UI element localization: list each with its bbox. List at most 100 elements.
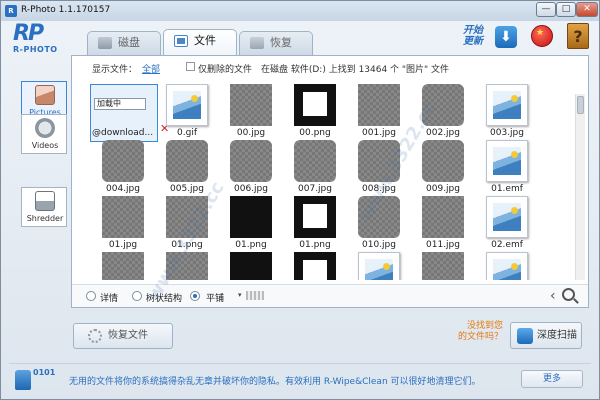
file-tile[interactable] bbox=[280, 252, 350, 280]
file-tile[interactable]: 00.png bbox=[280, 84, 350, 142]
deep-scan-button[interactable]: 深度扫描 bbox=[510, 322, 582, 349]
download-icon[interactable]: ⬇ bbox=[495, 26, 517, 48]
restore-files-label: 恢复文件 bbox=[108, 330, 148, 341]
ad-text[interactable]: 无用的文件将你的系统搞得杂乱无章并破坏你的隐私。有效利用 R-Wipe&Clea… bbox=[69, 374, 481, 387]
deep-scan-label: 深度扫描 bbox=[537, 330, 577, 341]
update-line-1: 开始 bbox=[463, 25, 483, 36]
binary-dots: 0101 bbox=[33, 368, 56, 377]
sidebar-item-videos[interactable]: Videos bbox=[21, 114, 67, 154]
file-name: 01.jpg bbox=[108, 240, 138, 250]
title-bar: R R-Photo 1.1.170157 — □ ✕ bbox=[1, 1, 599, 21]
tab-restore-label: 恢复 bbox=[270, 36, 292, 49]
file-name: 004.jpg bbox=[106, 184, 140, 194]
restore-files-icon bbox=[88, 329, 102, 343]
file-tile[interactable] bbox=[344, 252, 414, 280]
file-tile[interactable] bbox=[216, 252, 286, 280]
main-tabs: 磁盘 文件 恢复 bbox=[87, 29, 327, 55]
file-name: 0.gif bbox=[177, 128, 197, 138]
language-flag-icon[interactable] bbox=[531, 25, 553, 47]
view-tile-radio[interactable] bbox=[190, 291, 200, 301]
file-tile[interactable] bbox=[408, 252, 478, 280]
file-tile[interactable]: 02.emf bbox=[472, 196, 542, 254]
tab-disk-label: 磁盘 bbox=[118, 36, 140, 49]
not-found-prompt: 没找到您 的文件吗？ bbox=[457, 321, 503, 343]
app-logo: RP R-PHOTO bbox=[13, 21, 59, 55]
view-detail-radio[interactable] bbox=[86, 291, 96, 301]
thumbnail-image bbox=[230, 140, 272, 182]
file-tile[interactable]: 01.jpg bbox=[88, 196, 158, 254]
scrollbar-thumb[interactable] bbox=[577, 96, 584, 114]
thumbnail-image bbox=[102, 196, 144, 238]
minimize-button[interactable]: — bbox=[536, 2, 556, 17]
file-tile[interactable]: 01.png bbox=[280, 196, 350, 254]
thumbnail-image bbox=[230, 196, 272, 238]
deep-scan-icon bbox=[517, 328, 533, 344]
file-name: 00.jpg bbox=[236, 128, 266, 138]
thumbnail-image bbox=[166, 140, 208, 182]
thumbnail-image bbox=[422, 252, 464, 280]
thumbnail-image bbox=[166, 84, 208, 126]
start-update-link[interactable]: 开始 更新 bbox=[463, 25, 495, 47]
thumbnail-image bbox=[102, 252, 144, 280]
view-detail-label: 详情 bbox=[100, 294, 119, 304]
show-files-dropdown[interactable]: 全部 bbox=[142, 62, 160, 75]
file-tile[interactable]: 003.jpg bbox=[472, 84, 542, 142]
thumbnail-image bbox=[294, 84, 336, 126]
thumbnail-image bbox=[486, 196, 528, 238]
found-count-text: 在磁盘 软件(D:) 上找到 13464 个 "图片" 文件 bbox=[261, 65, 450, 75]
shredder-icon bbox=[35, 191, 55, 211]
file-name: 02.emf bbox=[491, 240, 523, 250]
close-button[interactable]: ✕ bbox=[576, 2, 598, 17]
wipe-clean-icon[interactable]: 0101 bbox=[13, 366, 67, 392]
thumbnail-image bbox=[294, 196, 336, 238]
file-tile[interactable]: 007.jpg bbox=[280, 140, 350, 198]
deleted-only-checkbox[interactable] bbox=[186, 62, 195, 71]
file-tile[interactable]: 009.jpg bbox=[408, 140, 478, 198]
thumbnail-image bbox=[422, 140, 464, 182]
file-name: 01.png bbox=[235, 240, 267, 250]
app-icon: R bbox=[5, 5, 17, 17]
app-window: R R-Photo 1.1.170157 — □ ✕ RP R-PHOTO 磁盘… bbox=[0, 0, 600, 400]
search-icon[interactable] bbox=[562, 288, 575, 301]
thumbnail-image bbox=[294, 252, 336, 280]
file-tile[interactable]: 加载中 ✕ @download... bbox=[88, 84, 169, 142]
maximize-button[interactable]: □ bbox=[556, 2, 576, 17]
sidebar-item-label: Videos bbox=[31, 141, 59, 150]
sidebar-item-shredder[interactable]: Shredder bbox=[21, 187, 67, 227]
file-name: 011.jpg bbox=[426, 240, 460, 250]
tab-files[interactable]: 文件 bbox=[163, 29, 237, 55]
thumbnail-size-icon[interactable] bbox=[246, 291, 264, 300]
file-grid: 加载中 ✕ @download... 0.gif 00.jpg 00.png 001.jpg… bbox=[88, 84, 576, 280]
restore-files-button[interactable]: 恢复文件 bbox=[73, 323, 173, 349]
chevron-left-icon[interactable]: ‹ bbox=[550, 288, 556, 304]
chevron-down-icon[interactable]: ▾ bbox=[238, 291, 242, 299]
thumbnail-image bbox=[422, 196, 464, 238]
filter-bar: 显示文件： 全部 仅删除的文件 在磁盘 软件(D:) 上找到 13464 个 "… bbox=[72, 56, 588, 78]
file-icon bbox=[174, 35, 188, 47]
vertical-scrollbar[interactable] bbox=[575, 94, 585, 280]
more-button[interactable]: 更多 bbox=[521, 370, 583, 388]
sidebar-item-label: Shredder bbox=[26, 214, 64, 223]
thumbnail-image bbox=[486, 84, 528, 126]
picture-icon bbox=[35, 85, 55, 105]
file-name: 009.jpg bbox=[426, 184, 460, 194]
thumbnail-image bbox=[294, 140, 336, 182]
window-title: R-Photo 1.1.170157 bbox=[21, 5, 111, 15]
file-name: 01.png bbox=[299, 240, 331, 250]
file-tile[interactable]: 01.emf bbox=[472, 140, 542, 198]
thumbnail-image bbox=[230, 252, 272, 280]
file-browser-panel: 显示文件： 全部 仅删除的文件 在磁盘 软件(D:) 上找到 13464 个 "… bbox=[71, 55, 589, 308]
tab-restore[interactable]: 恢复 bbox=[239, 31, 313, 55]
tab-disk[interactable]: 磁盘 bbox=[87, 31, 161, 55]
view-tile-label: 平铺 bbox=[206, 294, 225, 304]
file-tile[interactable]: 0.gif bbox=[152, 84, 222, 142]
file-tile[interactable] bbox=[472, 252, 542, 280]
file-tile[interactable]: 011.jpg bbox=[408, 196, 478, 254]
logo-mark: RP bbox=[13, 21, 44, 46]
file-tile[interactable]: 00.jpg bbox=[216, 84, 286, 142]
file-tile[interactable]: 004.jpg bbox=[88, 140, 158, 198]
help-icon[interactable]: ? bbox=[567, 23, 589, 49]
file-tile[interactable]: 01.png bbox=[216, 196, 286, 254]
file-tile[interactable] bbox=[88, 252, 158, 280]
view-tree-radio[interactable] bbox=[132, 291, 142, 301]
